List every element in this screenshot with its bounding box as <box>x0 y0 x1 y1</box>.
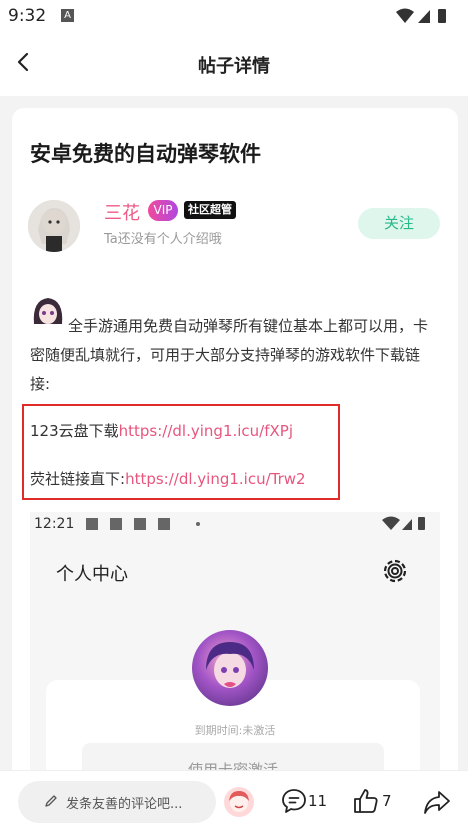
notification-square-icon <box>158 518 170 530</box>
follow-button[interactable]: 关注 <box>358 208 440 239</box>
like-action[interactable]: 7 <box>352 787 402 817</box>
avatar-image <box>28 200 80 252</box>
profile-avatar <box>192 630 268 706</box>
signal-icon <box>418 10 430 23</box>
download-link[interactable]: https://dl.ying1.icu/fXPj <box>119 422 293 440</box>
more-dot-icon <box>196 522 200 526</box>
page-title: 帖子详情 <box>198 56 270 77</box>
author-name[interactable]: 三花 <box>104 199 140 225</box>
system-status-icons <box>396 8 446 23</box>
link-label: 荧社链接直下: <box>30 470 126 488</box>
screenshot-status-icons <box>382 516 425 530</box>
avatar-image <box>229 791 249 812</box>
download-link[interactable]: https://dl.ying1.icu/Trw2 <box>125 470 306 488</box>
notification-square-icon <box>110 518 122 530</box>
gear-icon <box>383 559 407 583</box>
post-title: 安卓免费的自动弹琴软件 <box>30 142 261 166</box>
link-label: 123云盘下载 <box>30 422 119 440</box>
author-avatar[interactable] <box>28 200 80 252</box>
avatar-image <box>206 642 254 688</box>
screenshot-page-title: 个人中心 <box>56 564 128 585</box>
status-bar: 9:32 A <box>0 0 468 32</box>
nav-bar: 帖子详情 <box>0 32 468 96</box>
status-time: 9:32 <box>8 6 47 26</box>
battery-icon <box>418 517 425 530</box>
comment-count: 11 <box>308 792 328 810</box>
battery-icon <box>438 9 446 23</box>
wifi-icon <box>382 516 400 530</box>
bottom-action-bar: 发条友善的评论吧... 11 7 <box>0 770 468 832</box>
embedded-screenshot[interactable]: 12:21 个人中心 到期时间:未激活 使用卡密激活 <box>30 512 440 788</box>
comment-input[interactable]: 发条友善的评论吧... <box>18 781 216 823</box>
author-bio: Ta还没有个人介绍哦 <box>104 232 222 247</box>
comment-bubble-icon <box>282 789 306 813</box>
admin-badge: 社区超管 <box>184 201 236 219</box>
vip-badge: VIP <box>148 200 178 221</box>
post-card: 安卓免费的自动弹琴软件 三花 VIP 社区超管 Ta还没有个人介绍哦 关注 全手… <box>12 108 458 788</box>
notification-square-icon <box>86 518 98 530</box>
wifi-icon <box>396 8 414 23</box>
signal-icon <box>402 519 412 530</box>
comment-action[interactable]: 11 <box>280 787 330 817</box>
like-count: 7 <box>382 792 392 810</box>
my-avatar[interactable] <box>224 787 254 817</box>
share-icon[interactable] <box>422 787 452 817</box>
notification-a-icon: A <box>61 9 74 22</box>
screenshot-time: 12:21 <box>34 516 75 532</box>
link-row-1: 123云盘下载https://dl.ying1.icu/fXPj <box>30 420 293 441</box>
post-body: 全手游通用免费自动弹琴所有键位基本上都可以用，卡密随便乱填就行，可用于大部分支持… <box>30 317 429 393</box>
expire-text: 到期时间:未激活 <box>194 724 276 737</box>
pencil-icon <box>45 795 57 807</box>
link-row-2: 荧社链接直下:https://dl.ying1.icu/Trw2 <box>30 468 306 489</box>
comment-placeholder: 发条友善的评论吧... <box>66 797 183 812</box>
notification-square-icon <box>134 518 146 530</box>
thumbs-up-icon <box>354 789 378 813</box>
